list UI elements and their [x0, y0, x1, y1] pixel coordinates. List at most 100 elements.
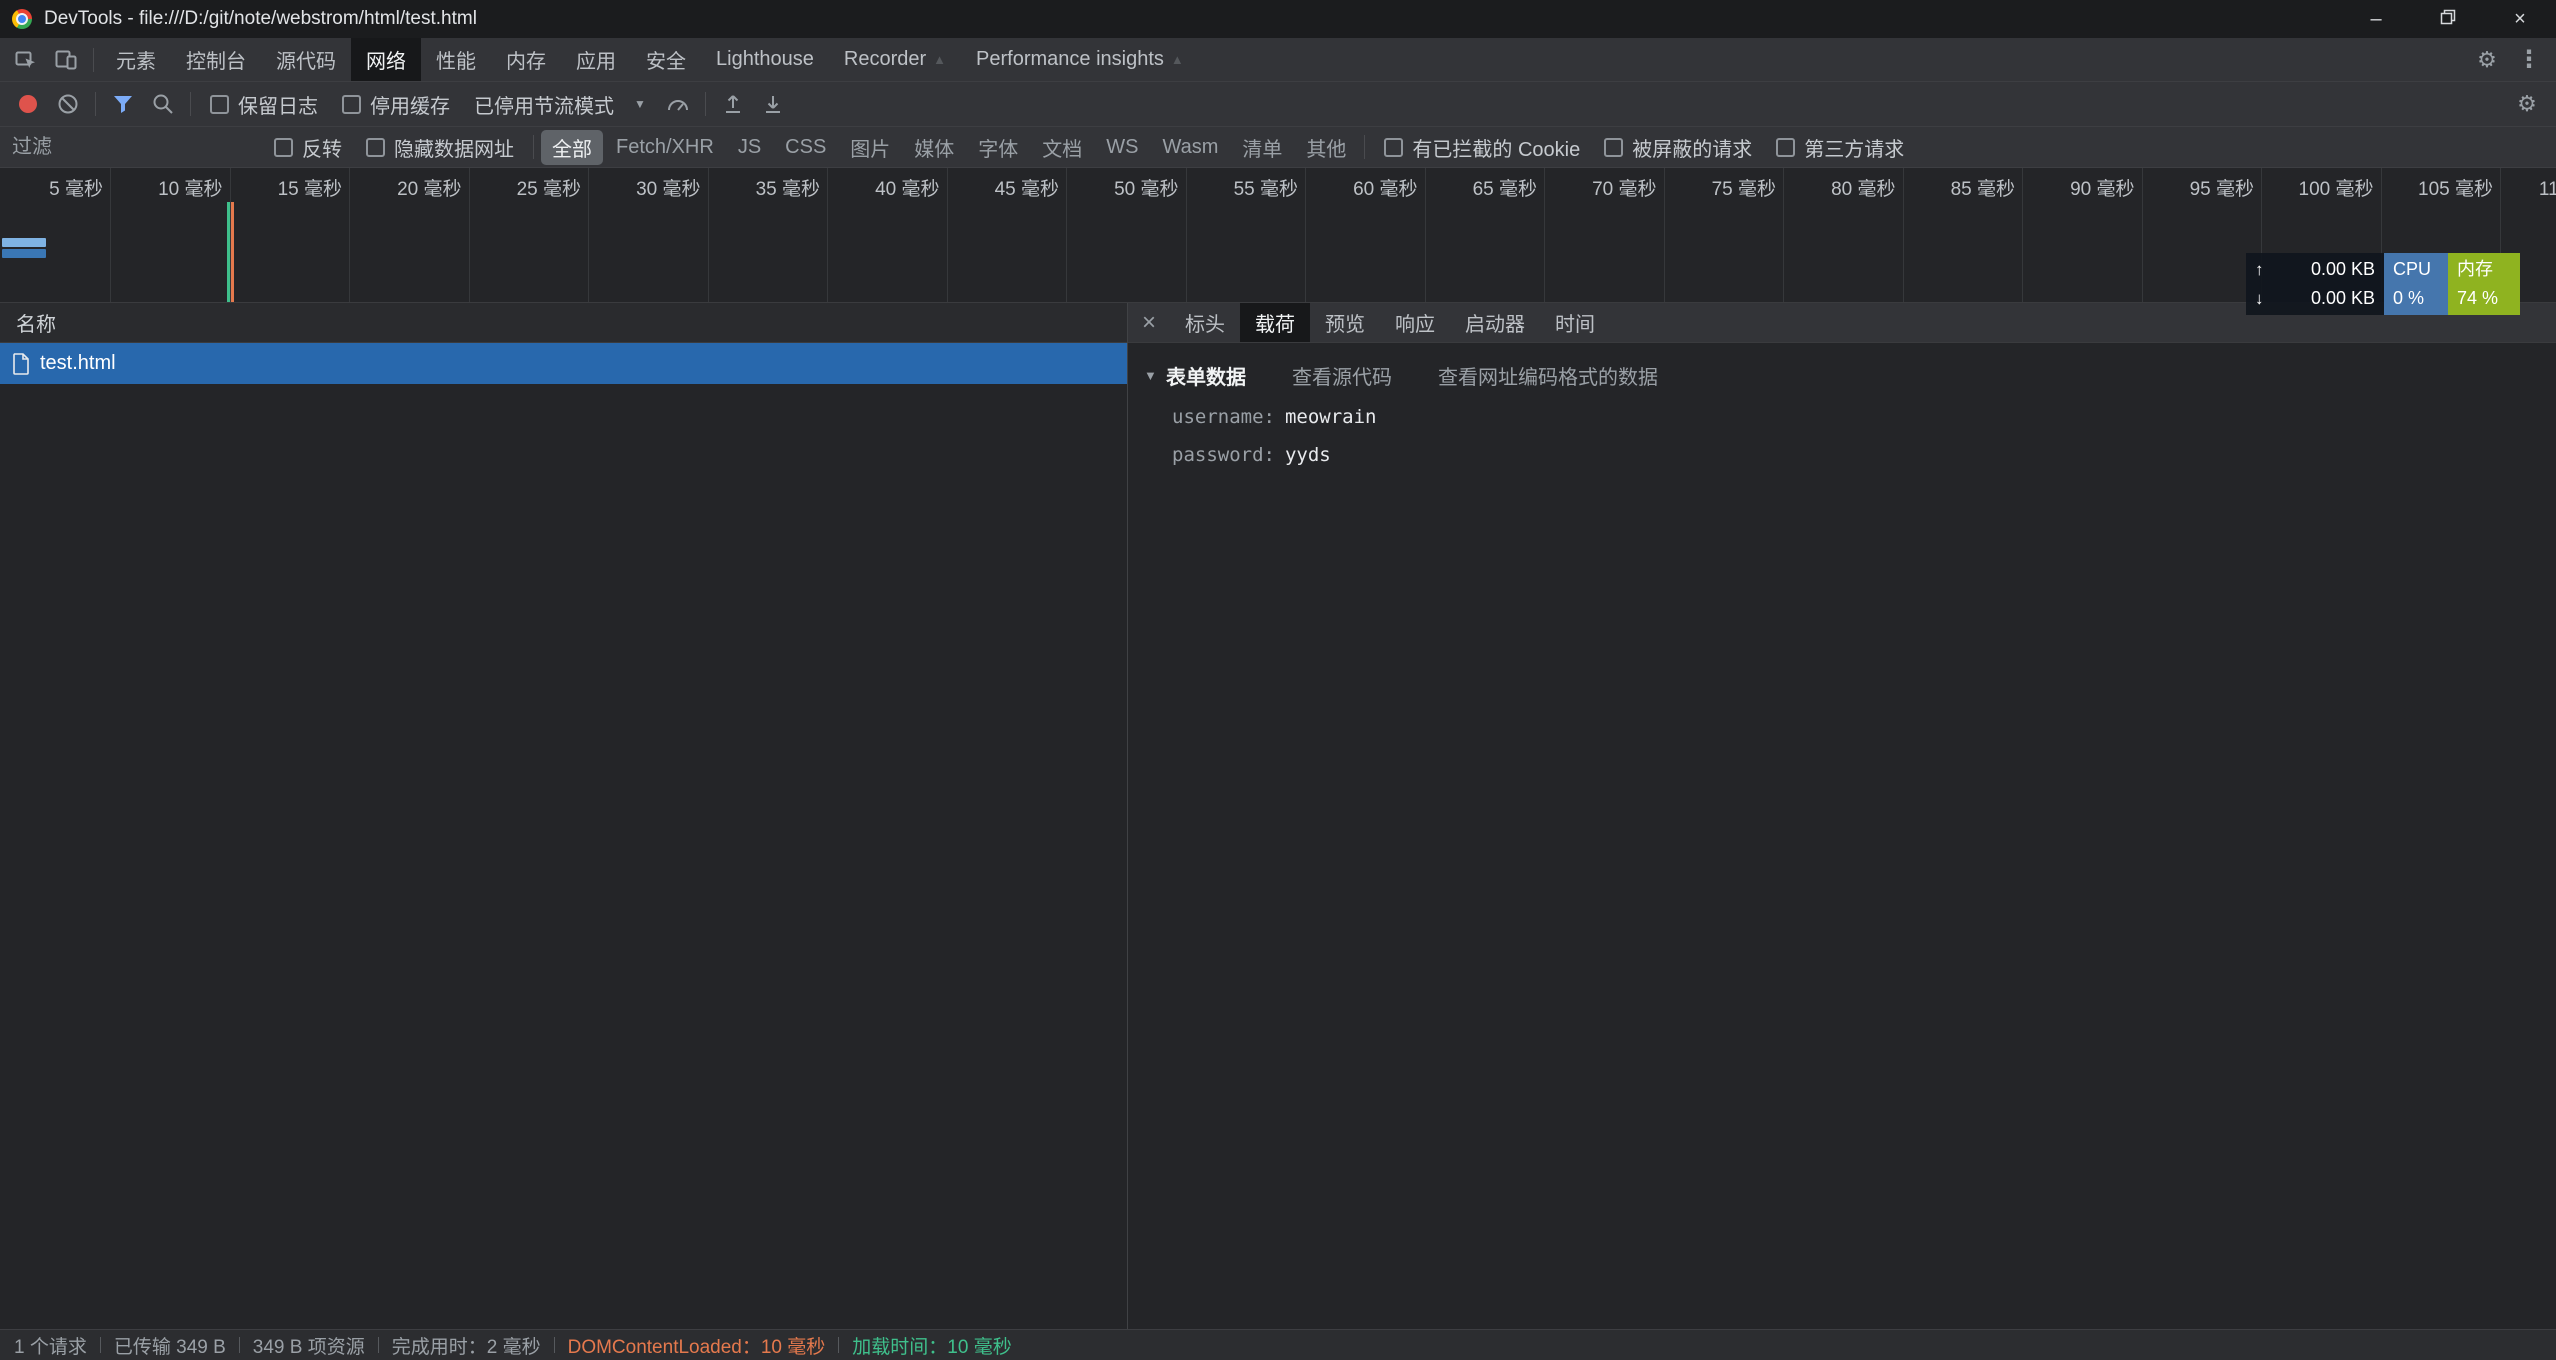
filter-doc[interactable]: 文档: [1031, 130, 1093, 165]
filter-other[interactable]: 其他: [1295, 130, 1357, 165]
tab-memory[interactable]: 内存: [491, 38, 561, 81]
gear-icon: ⚙: [2477, 47, 2497, 73]
chevron-down-icon: ▼: [634, 97, 646, 111]
timeline-tick-label: 100 毫秒: [2299, 174, 2374, 201]
payload-param-value: yyds: [1285, 444, 1331, 466]
detail-tab-timing[interactable]: 时间: [1540, 303, 1610, 342]
view-source-link[interactable]: 查看源代码: [1292, 361, 1392, 390]
detail-tab-response[interactable]: 响应: [1380, 303, 1450, 342]
filter-img[interactable]: 图片: [839, 130, 901, 165]
detail-tab-initiator[interactable]: 启动器: [1450, 303, 1540, 342]
payload-param-value: meowrain: [1285, 406, 1377, 428]
filter-fetch-xhr[interactable]: Fetch/XHR: [605, 133, 725, 162]
filter-wasm[interactable]: Wasm: [1152, 133, 1230, 162]
close-button[interactable]: ×: [2484, 0, 2556, 38]
view-urlencoded-link[interactable]: 查看网址编码格式的数据: [1438, 361, 1658, 390]
tab-application[interactable]: 应用: [561, 38, 631, 81]
tab-recorder[interactable]: Recorder▲: [829, 38, 961, 81]
timeline-tick: 65 毫秒: [1426, 168, 1546, 302]
timeline-tick-label: 70 毫秒: [1592, 174, 1656, 201]
import-har-button[interactable]: [713, 86, 753, 122]
checkbox-third-party[interactable]: 第三方请求: [1764, 133, 1916, 162]
filter-left-checkboxes: 反转隐藏数据网址: [262, 133, 526, 162]
filter-input[interactable]: [12, 136, 262, 159]
filter-js[interactable]: JS: [727, 133, 772, 162]
filter-media[interactable]: 媒体: [903, 130, 965, 165]
restore-button[interactable]: [2412, 0, 2484, 38]
network-speed-cell: ↑ 0.00 KB ↓ 0.00 KB: [2246, 253, 2384, 315]
tab-performance-insights[interactable]: Performance insights▲: [961, 38, 1199, 81]
settings-button[interactable]: ⚙: [2466, 42, 2508, 78]
tab-elements[interactable]: 元素: [101, 38, 171, 81]
minimize-button[interactable]: –: [2340, 0, 2412, 38]
checkbox-box: [1776, 138, 1795, 157]
tab-label: 安全: [646, 45, 686, 74]
timeline-tick-label: 65 毫秒: [1473, 174, 1537, 201]
requests-table-header[interactable]: 名称: [0, 303, 1127, 343]
status-bar-items: 1 个请求已传输 349 B349 B 项资源完成用时：2 毫秒DOMConte…: [10, 1332, 1025, 1359]
cpu-label: CPU: [2393, 255, 2439, 284]
disclosure-triangle-icon[interactable]: ▼: [1144, 368, 1166, 383]
timeline-tick: 35 毫秒: [709, 168, 829, 302]
download-arrow-icon: [761, 92, 785, 116]
checkbox-disable-cache[interactable]: 停用缓存: [330, 90, 462, 119]
tab-lighthouse[interactable]: Lighthouse: [701, 38, 829, 81]
more-options-button[interactable]: ⋮: [2508, 42, 2550, 78]
checkbox-blocked-cookies[interactable]: 有已拦截的 Cookie: [1372, 133, 1592, 162]
requests-panel: 名称 test.html: [0, 303, 1128, 1329]
export-har-button[interactable]: [753, 86, 793, 122]
timeline-tick-label: 35 毫秒: [756, 174, 820, 201]
timeline-tick: 30 毫秒: [589, 168, 709, 302]
throttling-select[interactable]: 已停用节流模式 ▼: [462, 90, 658, 119]
detail-tab-payload[interactable]: 载荷: [1240, 303, 1310, 342]
tab-sources[interactable]: 源代码: [261, 38, 351, 81]
checkbox-box: [1604, 138, 1623, 157]
upload-value: 0.00 KB: [2311, 255, 2375, 284]
timeline-tick-label: 50 毫秒: [1114, 174, 1178, 201]
search-button[interactable]: [143, 86, 183, 122]
close-details-button[interactable]: ×: [1128, 303, 1170, 342]
filter-all[interactable]: 全部: [541, 130, 603, 165]
checkbox-box: [1384, 138, 1403, 157]
checkbox-label: 保留日志: [238, 90, 318, 119]
timeline-tick: 85 毫秒: [1904, 168, 2024, 302]
device-toolbar-button[interactable]: [46, 42, 86, 78]
network-toolbar: 保留日志停用缓存 已停用节流模式 ▼ ⚙: [0, 82, 2556, 127]
filter-css[interactable]: CSS: [774, 133, 837, 162]
tab-label: Lighthouse: [716, 48, 814, 71]
timeline-overview[interactable]: 5 毫秒10 毫秒15 毫秒20 毫秒25 毫秒30 毫秒35 毫秒40 毫秒4…: [0, 168, 2556, 303]
filter-manifest[interactable]: 清单: [1231, 130, 1293, 165]
filter-ws[interactable]: WS: [1095, 133, 1149, 162]
download-row: ↓ 0.00 KB: [2246, 284, 2384, 313]
checkbox-hide-data-urls[interactable]: 隐藏数据网址: [354, 133, 526, 162]
checkbox-preserve-log[interactable]: 保留日志: [198, 90, 330, 119]
request-row[interactable]: test.html: [0, 343, 1127, 384]
timeline-tick: 20 毫秒: [350, 168, 470, 302]
status-item: 加载时间：10 毫秒: [839, 1332, 1024, 1359]
tab-security[interactable]: 安全: [631, 38, 701, 81]
tab-network[interactable]: 网络: [351, 38, 421, 81]
network-settings-button[interactable]: ⚙: [2506, 86, 2548, 122]
upload-row: ↑ 0.00 KB: [2246, 255, 2384, 284]
filter-toggle-button[interactable]: [103, 86, 143, 122]
tab-performance[interactable]: 性能: [421, 38, 491, 81]
inspect-element-button[interactable]: [6, 42, 46, 78]
tab-console[interactable]: 控制台: [171, 38, 261, 81]
waterfall-bar: [2, 249, 46, 258]
toolbar-divider: [533, 135, 534, 159]
clear-network-log-button[interactable]: [48, 86, 88, 122]
checkbox-invert[interactable]: 反转: [262, 133, 354, 162]
timeline-tick-label: 75 毫秒: [1712, 174, 1776, 201]
record-network-log-button[interactable]: [8, 86, 48, 122]
timeline-tick: 95 毫秒: [2143, 168, 2263, 302]
filter-font[interactable]: 字体: [967, 130, 1029, 165]
detail-tab-headers[interactable]: 标头: [1170, 303, 1240, 342]
upload-arrow-icon: [721, 92, 745, 116]
checkbox-blocked-requests[interactable]: 被屏蔽的请求: [1592, 133, 1764, 162]
window-controls: – ×: [2340, 0, 2556, 38]
timeline-tick-label: 55 毫秒: [1234, 174, 1298, 201]
detail-tab-preview[interactable]: 预览: [1310, 303, 1380, 342]
network-conditions-button[interactable]: [658, 86, 698, 122]
form-data-title: 表单数据: [1166, 361, 1246, 390]
payload-param-row: username:meowrain: [1172, 406, 2540, 428]
